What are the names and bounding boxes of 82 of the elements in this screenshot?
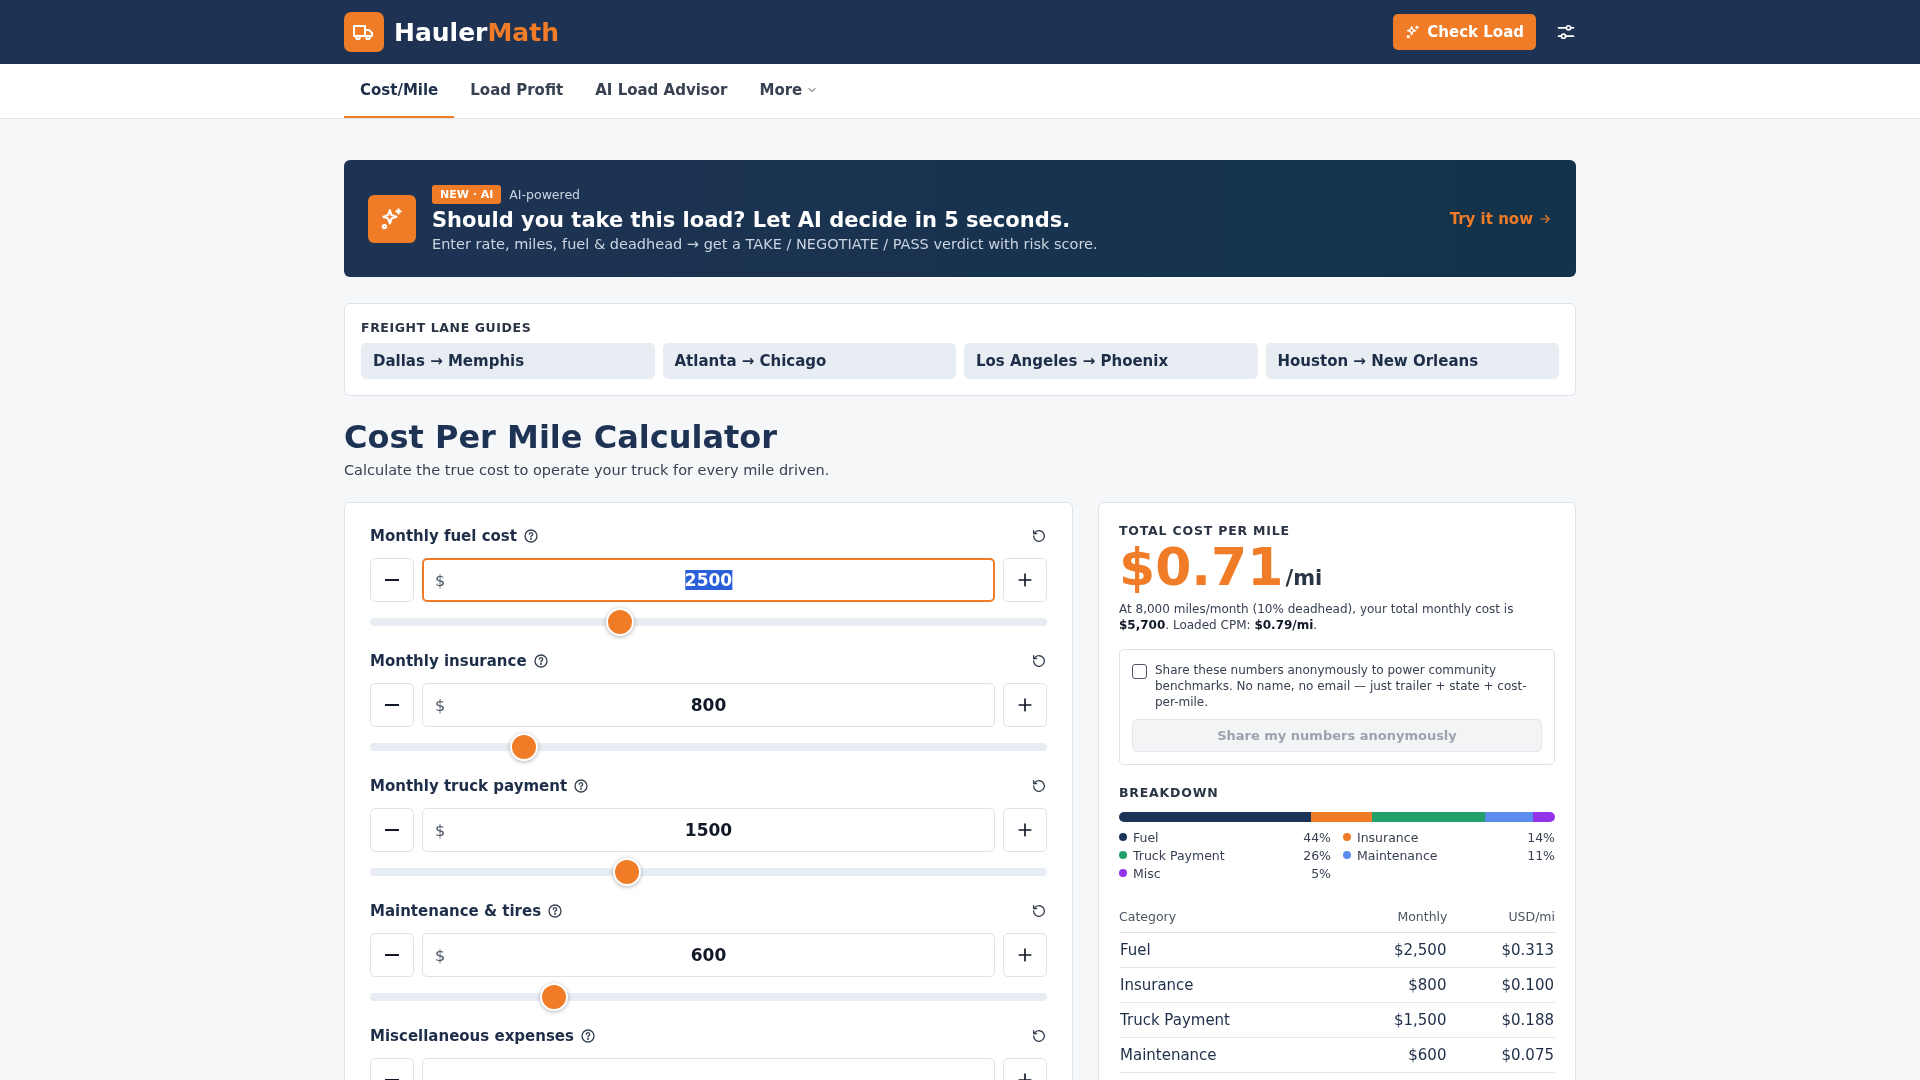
legend-label: Insurance bbox=[1357, 829, 1420, 845]
ai-tag: AI-powered bbox=[509, 187, 581, 202]
legend-label: Misc bbox=[1133, 865, 1162, 881]
page-title: Cost Per Mile Calculator bbox=[344, 418, 779, 456]
legend-label: Maintenance bbox=[1357, 847, 1439, 863]
table-cell: $600 bbox=[1339, 1037, 1448, 1073]
cost-summary: At 8,000 miles/month (10% deadhead), your total monthly cost is $5,700. Loaded CPM: $0.79/mi. bbox=[1119, 600, 1515, 633]
column-header: Monthly bbox=[1339, 908, 1448, 933]
legend-percent: 11% bbox=[1527, 847, 1555, 863]
minus-icon bbox=[385, 829, 399, 831]
settings-icon[interactable] bbox=[1556, 22, 1576, 42]
lane-link[interactable]: Los Angeles → Phoenix bbox=[964, 343, 1258, 379]
plus-button[interactable] bbox=[1003, 683, 1047, 727]
column-header: Category bbox=[1119, 908, 1340, 933]
sparkle-icon bbox=[1405, 24, 1422, 40]
slider-thumb[interactable] bbox=[606, 608, 635, 636]
amount-field[interactable]: $ 800 bbox=[422, 683, 995, 727]
reset-icon[interactable] bbox=[1031, 528, 1047, 544]
plus-button[interactable] bbox=[1003, 558, 1047, 602]
reset-icon[interactable] bbox=[1031, 903, 1047, 919]
lane-link[interactable]: Houston → New Orleans bbox=[1265, 343, 1559, 379]
legend-percent: 5% bbox=[1311, 865, 1331, 881]
help-icon[interactable] bbox=[532, 653, 549, 669]
field-label: Monthly truck payment bbox=[370, 777, 568, 795]
amount-field[interactable]: $ 600 bbox=[422, 933, 995, 977]
nav-tab[interactable]: Cost/Mile bbox=[344, 64, 455, 118]
help-icon[interactable] bbox=[573, 778, 590, 794]
table-cell: $0.313 bbox=[1447, 932, 1555, 968]
table-cell: Maintenance bbox=[1119, 1037, 1340, 1073]
legend-percent: 14% bbox=[1527, 829, 1555, 845]
help-icon[interactable] bbox=[579, 1028, 596, 1044]
page-subtitle: Calculate the true cost to operate your truck for every mile driven. bbox=[344, 462, 831, 478]
field-label: Miscellaneous expenses bbox=[370, 1027, 574, 1045]
nav-tab[interactable]: Load Profit bbox=[454, 64, 580, 118]
unit-label: /mi bbox=[1285, 566, 1323, 590]
table-cell: $0.188 bbox=[1447, 1002, 1555, 1038]
slider-thumb[interactable] bbox=[540, 983, 569, 1011]
nav-tab[interactable]: AI Load Advisor bbox=[579, 64, 744, 118]
minus-icon bbox=[385, 954, 399, 956]
legend-percent: 44% bbox=[1303, 829, 1331, 845]
slider-thumb[interactable] bbox=[613, 858, 642, 886]
table-cell: $2,500 bbox=[1339, 932, 1448, 968]
brand-name: HaulerMath bbox=[394, 17, 559, 47]
minus-icon bbox=[385, 704, 399, 706]
table-cell: $0.100 bbox=[1447, 967, 1555, 1003]
field-label: Maintenance & tires bbox=[370, 902, 542, 920]
banner-subtitle: Enter rate, miles, fuel & deadhead → get a TAKE / NEGOTIATE / PASS verdict with risk score. bbox=[432, 236, 1099, 252]
table-cell: $1,500 bbox=[1339, 1002, 1448, 1038]
more-menu[interactable]: More bbox=[743, 64, 835, 118]
reset-icon[interactable] bbox=[1031, 778, 1047, 794]
table-cell: $0.075 bbox=[1447, 1037, 1555, 1073]
minus-icon bbox=[385, 579, 399, 581]
lane-link[interactable]: Atlanta → Chicago bbox=[662, 343, 956, 379]
amount-field[interactable]: $ 2500 bbox=[422, 558, 995, 602]
section-heading: FREIGHT LANE GUIDES bbox=[361, 320, 533, 335]
legend-percent: 26% bbox=[1303, 847, 1331, 863]
table-cell: Truck Payment bbox=[1119, 1002, 1340, 1038]
help-icon[interactable] bbox=[522, 528, 539, 544]
banner-title: Should you take this load? Let AI decide in 5 seconds. bbox=[432, 208, 1072, 232]
reset-icon[interactable] bbox=[1031, 653, 1047, 669]
share-consent-text: Share these numbers anonymously to power community benchmarks. No name, no email — just trailer + state + cost-per-mile. bbox=[1155, 661, 1528, 711]
lane-link[interactable]: Dallas → Memphis bbox=[361, 343, 655, 379]
field-label: Monthly insurance bbox=[370, 652, 527, 670]
legend-label: Truck Payment bbox=[1133, 847, 1226, 863]
column-header: USD/mi bbox=[1447, 908, 1555, 933]
new-badge: NEW · AI bbox=[432, 185, 502, 204]
sparkle-drawing bbox=[379, 205, 405, 232]
section-heading: TOTAL COST PER MILE bbox=[1119, 523, 1291, 538]
section-heading: BREAKDOWN bbox=[1119, 784, 1220, 800]
legend-label: Fuel bbox=[1133, 829, 1160, 845]
table-cell: $800 bbox=[1339, 967, 1448, 1003]
plus-button[interactable] bbox=[1003, 808, 1047, 852]
slider-thumb[interactable] bbox=[509, 733, 538, 761]
table-cell: Fuel bbox=[1119, 932, 1340, 968]
reset-icon[interactable] bbox=[1031, 1028, 1047, 1044]
table-cell: Insurance bbox=[1119, 967, 1340, 1003]
field-label: Monthly fuel cost bbox=[370, 527, 517, 545]
try-it-link[interactable]: Try it now bbox=[1449, 209, 1552, 228]
help-icon[interactable] bbox=[547, 903, 564, 919]
amount-field[interactable]: $ 1500 bbox=[422, 808, 995, 852]
cost-per-mile: $0.71 bbox=[1119, 540, 1284, 595]
plus-button[interactable] bbox=[1003, 933, 1047, 977]
